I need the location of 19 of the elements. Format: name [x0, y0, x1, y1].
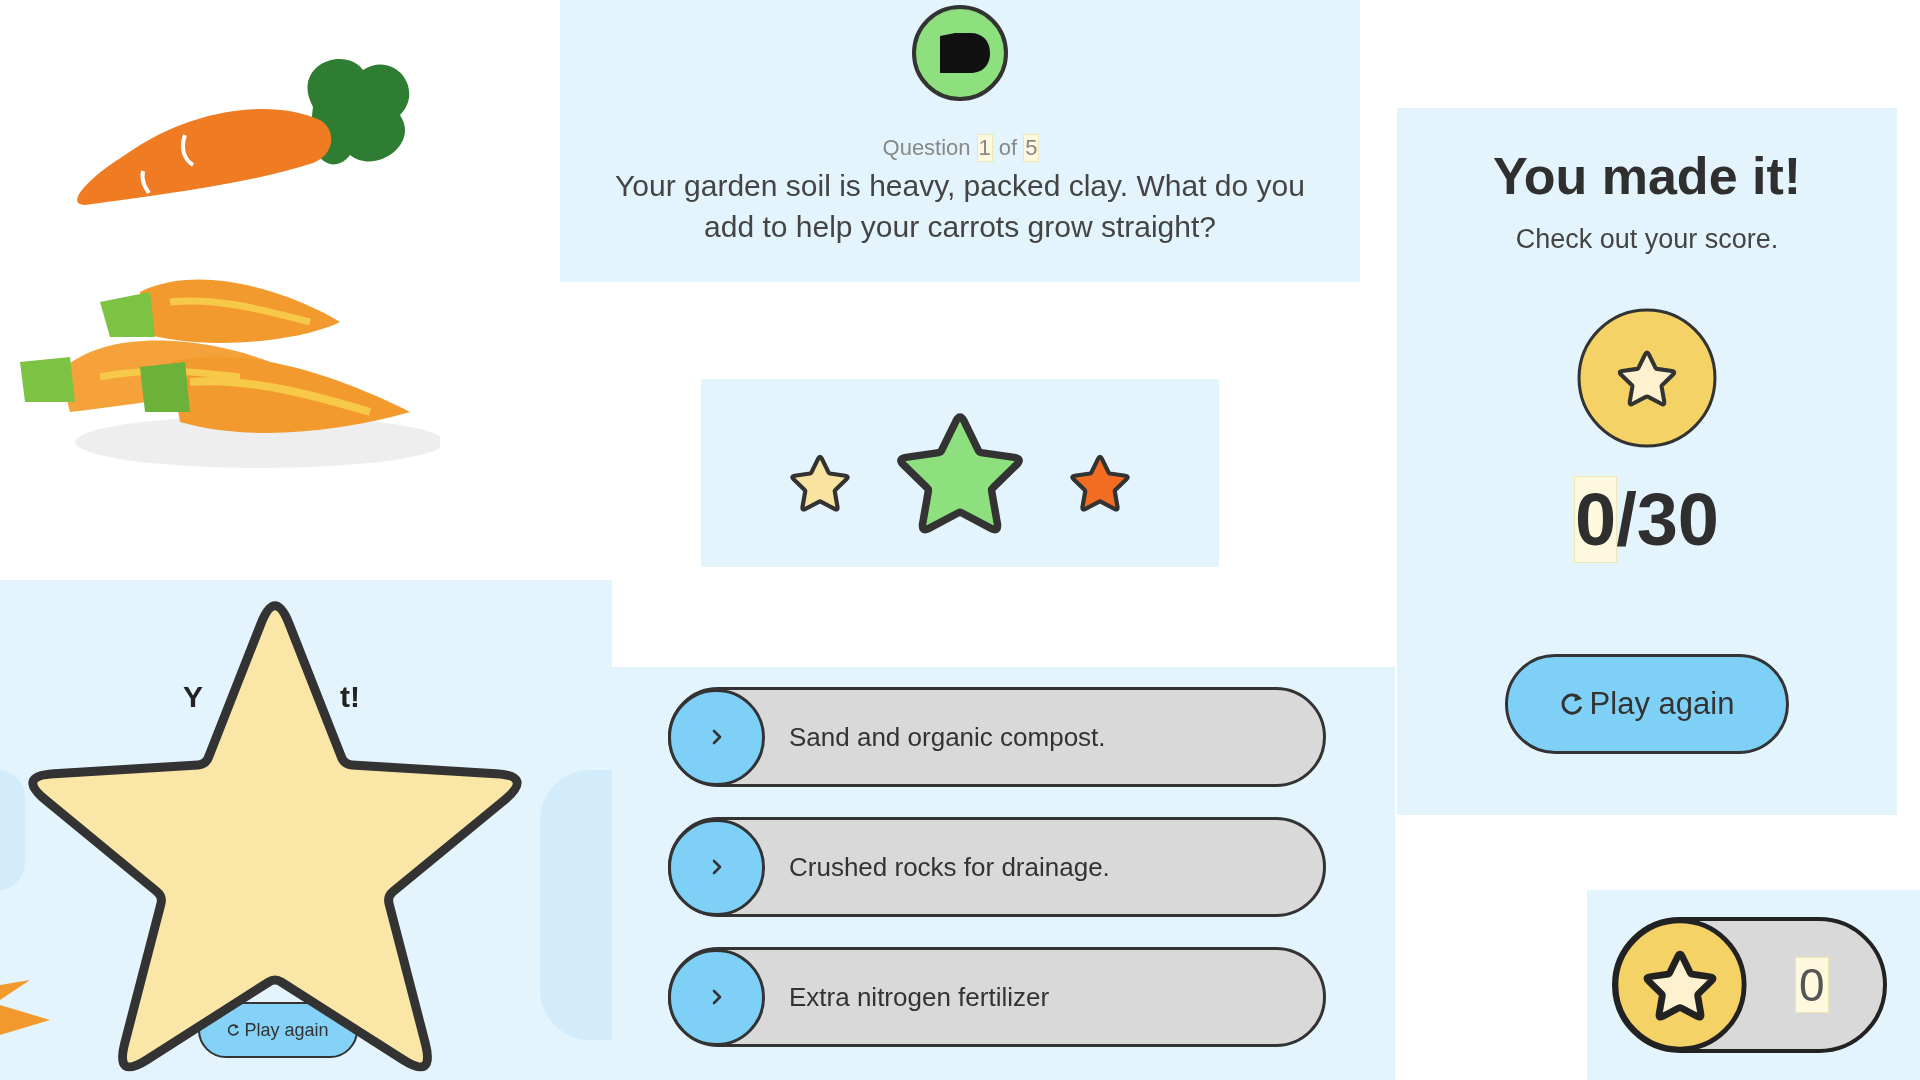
score-value: 0 — [1575, 477, 1617, 562]
refresh-icon — [227, 1023, 242, 1037]
question-counter: 1 — [977, 135, 992, 161]
score-value: 0 — [1796, 958, 1828, 1012]
result-subtitle: Check out your score. — [1515, 224, 1779, 255]
question-counter: 5 — [1024, 135, 1039, 161]
title-fragment: Y — [183, 680, 203, 714]
score-value: /30 — [1616, 477, 1719, 562]
star-coin-icon — [1576, 307, 1718, 449]
answer-option[interactable]: Crushed rocks for drainage. — [668, 817, 1326, 917]
play-again-button[interactable]: Play again — [1505, 654, 1789, 754]
title-fragment: t! — [340, 680, 360, 714]
badge-icon — [910, 3, 1010, 103]
answer-option[interactable]: Sand and organic compost. — [668, 687, 1326, 787]
question-text: Your garden soil is heavy, packed clay. What do you add to help your carrots grow straight? — [614, 168, 1306, 245]
answer-option[interactable]: Extra nitrogen fertilizer — [668, 947, 1326, 1047]
question-counter: of — [997, 135, 1019, 161]
question-counter: Question — [881, 135, 972, 161]
result-title: You made it! — [1492, 146, 1802, 206]
